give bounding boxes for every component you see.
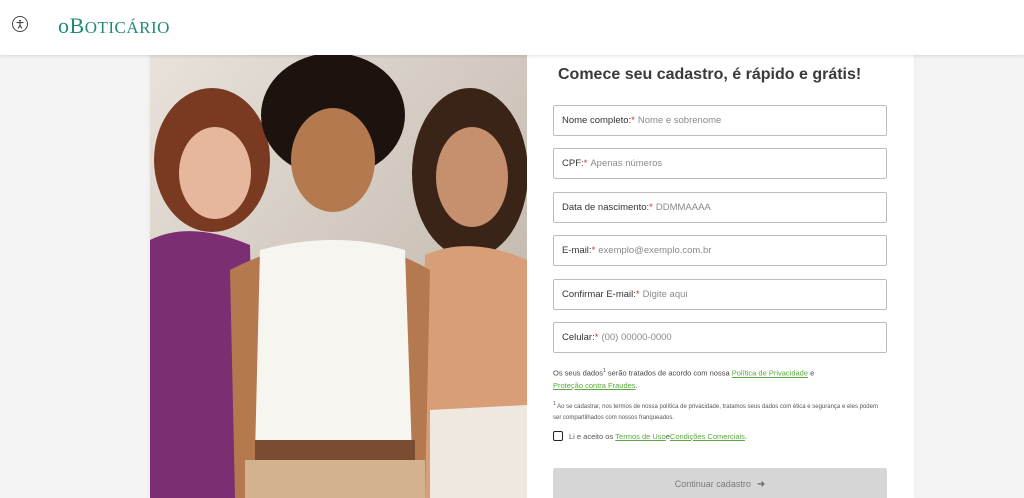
terms-text: Li e aceito os (569, 431, 614, 441)
field-label: Confirmar E-mail: (562, 289, 636, 300)
required-marker: * (583, 158, 588, 169)
terms-of-use-link[interactable]: Termos de Uso (615, 432, 665, 441)
note-text: Ao se cadastrar, nos termos de nossa pol… (553, 404, 878, 421)
signup-form: Comece seu cadastro, é rápido e grátis! … (553, 55, 914, 498)
continue-button[interactable]: Continuar cadastro ➜ (553, 468, 887, 498)
field-placeholder: Digite aqui (642, 289, 688, 300)
required-marker: * (635, 289, 640, 300)
phone-field[interactable]: Celular: * (00) 00000-0000 (553, 322, 887, 353)
field-placeholder: DDMMAAAA (655, 202, 711, 213)
birthdate-field[interactable]: Data de nascimento: * DDMMAAAA (553, 192, 887, 223)
continue-label: Continuar cadastro (674, 479, 751, 489)
email-field[interactable]: E-mail: * exemplo@exemplo.com.br (553, 235, 887, 266)
women-illustration (150, 55, 527, 498)
commercial-conditions-link[interactable]: Condições Comerciais (670, 432, 745, 441)
brand-logo[interactable]: oBoticário (58, 13, 170, 39)
logo-rest: oticário (84, 18, 170, 37)
cpf-field[interactable]: CPF: * Apenas números (553, 148, 887, 179)
accessibility-figure (16, 19, 24, 29)
field-label: Data de nascimento: (562, 202, 650, 213)
data-sharing-note: 1 Ao se cadastrar, nos termos de nossa p… (553, 399, 887, 424)
accessibility-icon[interactable] (12, 16, 28, 32)
terms-checkbox[interactable] (553, 431, 563, 441)
privacy-policy-link[interactable]: Política de Privacidade (732, 369, 808, 378)
signup-card: Comece seu cadastro, é rápido e grátis! … (150, 55, 914, 498)
form-title: Comece seu cadastro, é rápido e grátis! (558, 66, 862, 83)
privacy-and: e (808, 368, 815, 378)
privacy-text: Os seus dados (553, 368, 604, 378)
required-marker: * (631, 115, 635, 126)
field-label: E-mail: (562, 245, 592, 256)
fraud-protection-link[interactable]: Proteção contra Fraudes (553, 381, 636, 390)
hero-photo (150, 55, 527, 498)
logo-o: o (58, 13, 70, 38)
field-placeholder: (00) 00000-0000 (601, 332, 672, 343)
field-label: CPF: (562, 158, 584, 169)
required-marker: * (591, 245, 596, 256)
field-label: Nome completo: (562, 115, 632, 126)
top-bar: oBoticário (0, 0, 1024, 55)
privacy-text-mid: serão tratados de acordo com nossa (605, 368, 732, 378)
field-placeholder: exemplo@exemplo.com.br (598, 245, 712, 256)
required-marker: * (649, 202, 653, 213)
field-placeholder: Nome e sobrenome (637, 115, 722, 126)
full-name-field[interactable]: Nome completo: * Nome e sobrenome (553, 105, 887, 136)
logo-b: B (69, 13, 85, 38)
confirm-email-field[interactable]: Confirmar E-mail: * Digite aqui (553, 279, 887, 310)
field-placeholder: Apenas números (590, 158, 663, 169)
privacy-end: . (635, 380, 638, 390)
privacy-notice: Os seus dados1 serão tratados de acordo … (553, 365, 843, 392)
arrow-right-icon: ➜ (756, 478, 766, 490)
field-label: Celular: (562, 332, 595, 343)
terms-row: Li e aceito os Termos de Uso e Condições… (553, 431, 747, 441)
required-marker: * (594, 332, 599, 343)
terms-end: . (744, 431, 748, 441)
